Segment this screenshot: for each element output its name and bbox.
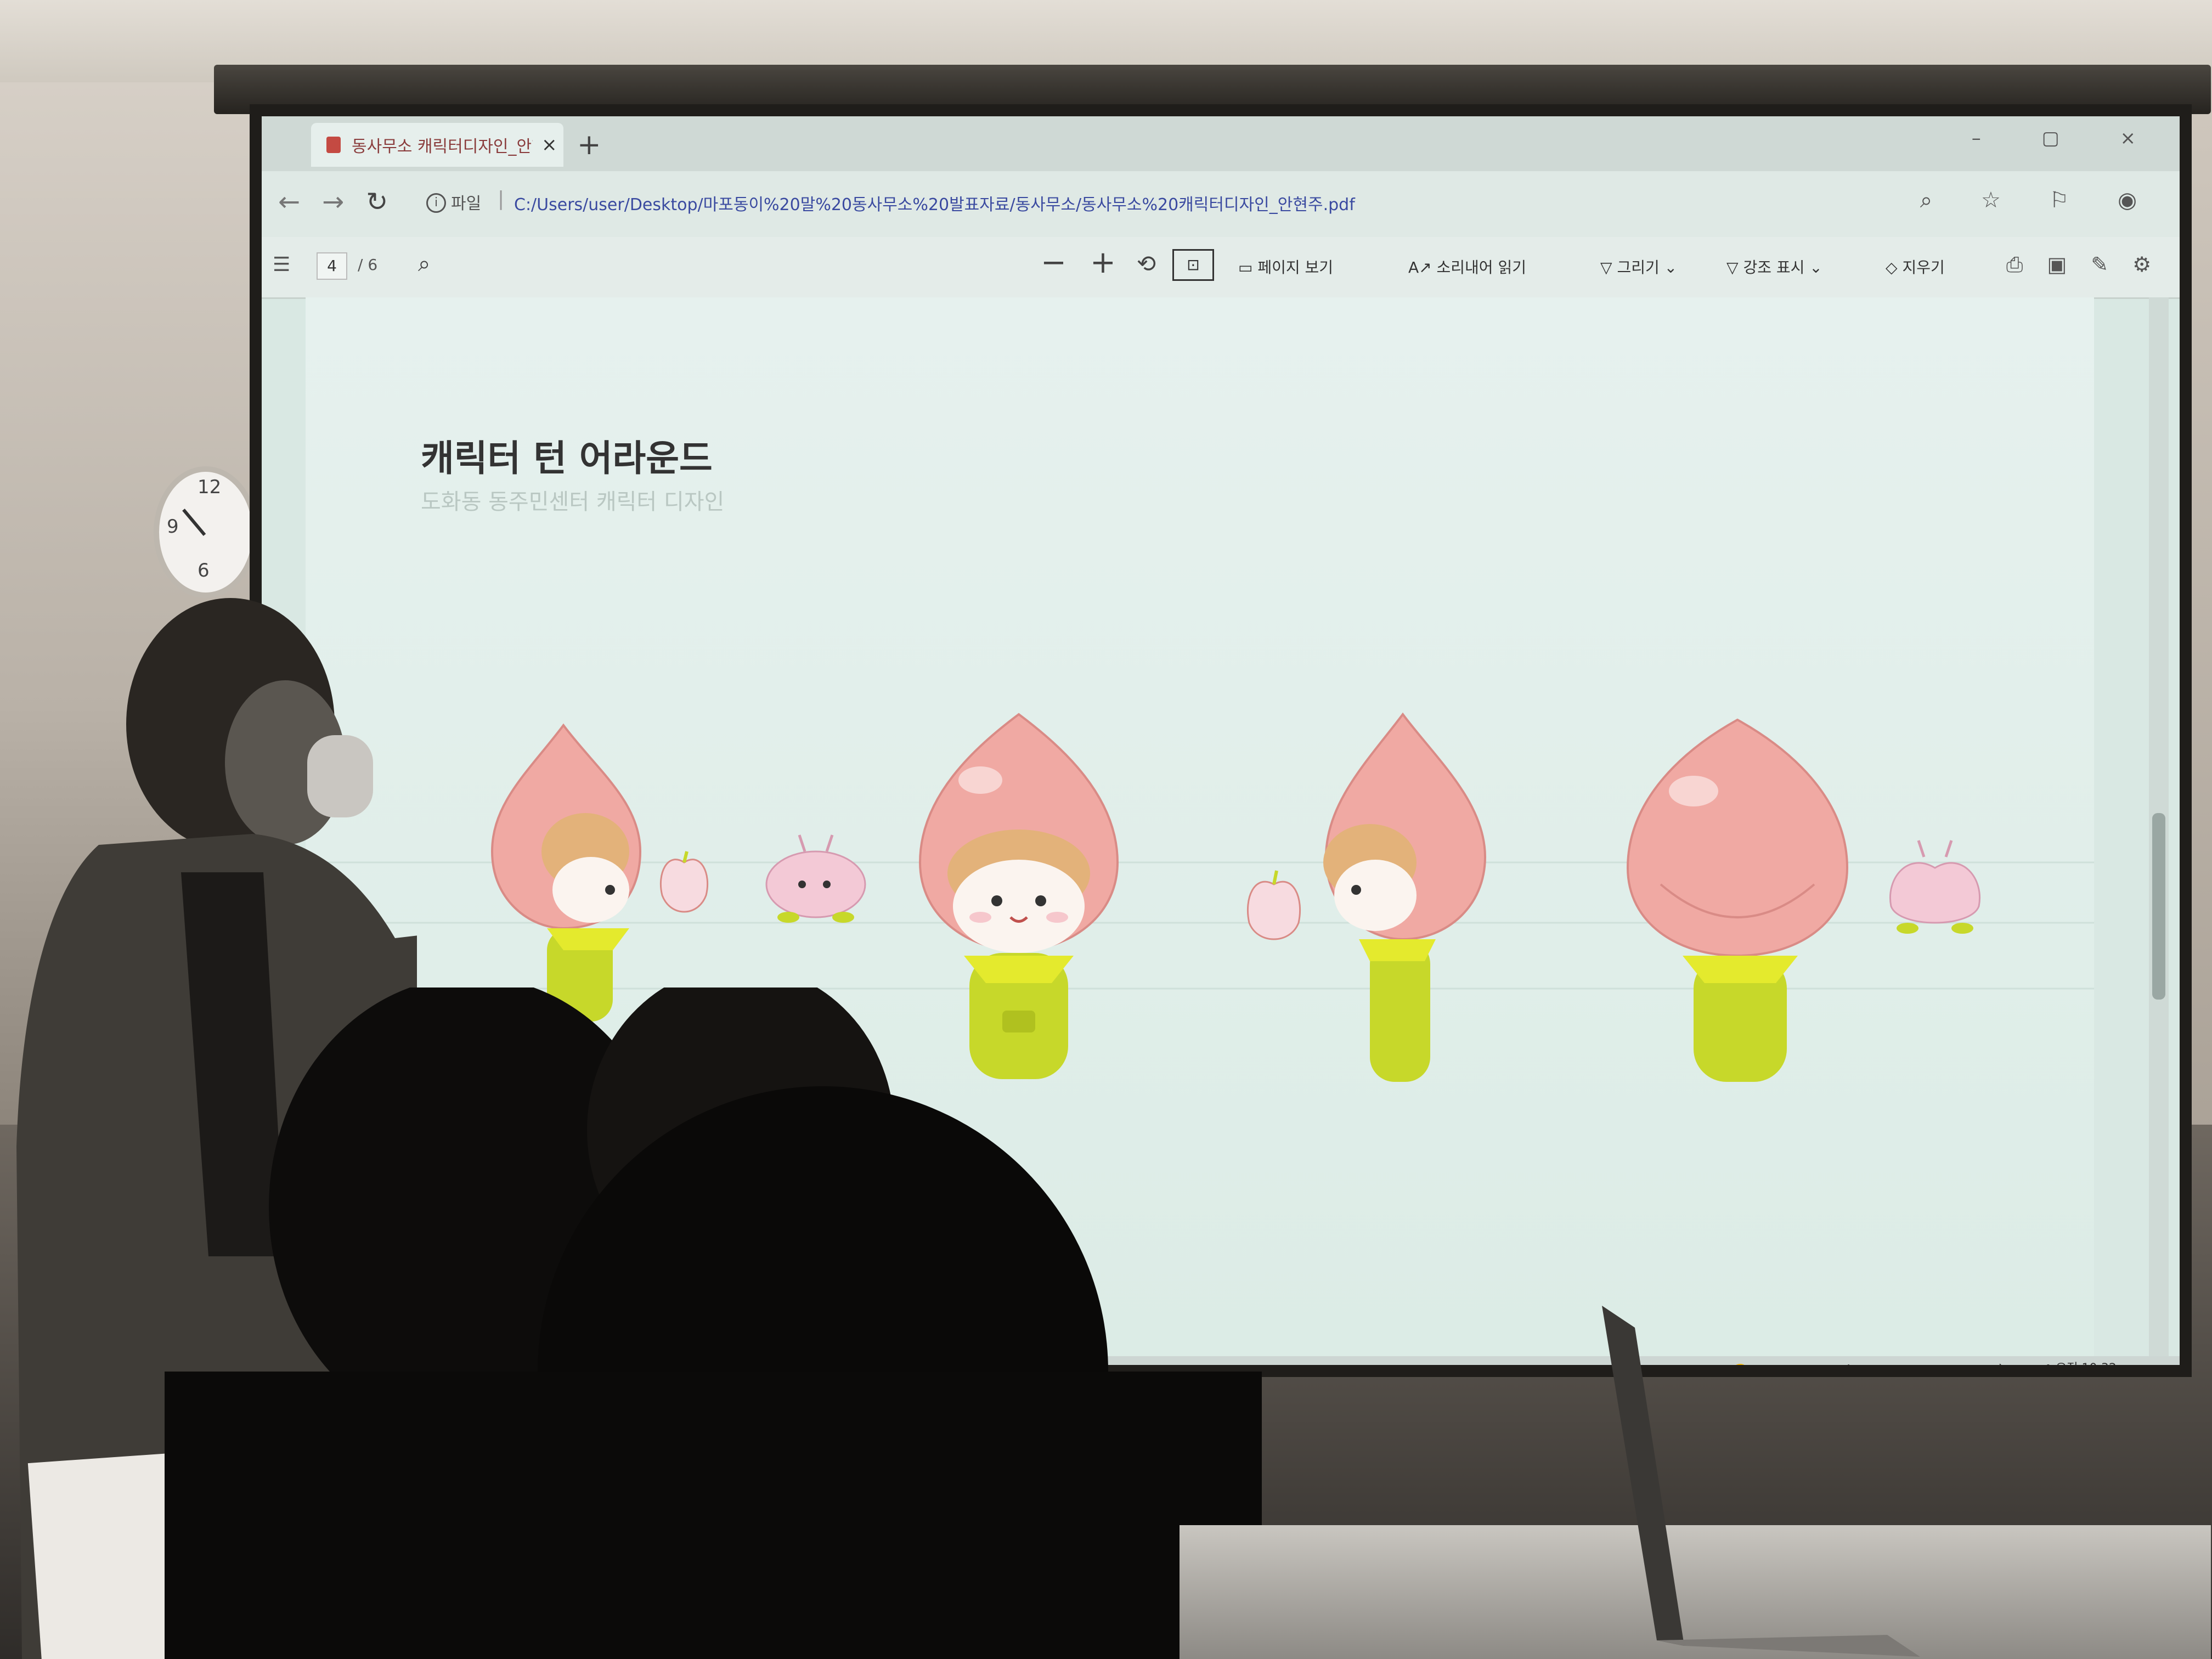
browser-tab[interactable]: 동사무소 캐릭터디자인_안현주.pdf ×: [311, 123, 563, 167]
address-bar-icons[interactable]: ⌕ ☆ ⚐ ◉: [1920, 188, 2158, 213]
pdf-file-icon: [326, 137, 341, 153]
refresh-icon[interactable]: ↻: [366, 187, 388, 217]
erase-label: 지우기: [1902, 258, 1945, 276]
page-view-button[interactable]: ▭ 페이지 보기: [1238, 256, 1333, 278]
url-separator: |: [498, 188, 505, 210]
zoom-in-button[interactable]: +: [1090, 245, 1116, 280]
tab-title: 동사무소 캐릭터디자인_안현주.pdf: [352, 137, 533, 156]
laptop: [1602, 1306, 1920, 1657]
new-tab-button[interactable]: +: [577, 128, 601, 161]
url-input[interactable]: C:/Users/user/Desktop/마포동이%20말%20동사무소%20…: [514, 191, 1355, 215]
character-side-right: [1323, 712, 1487, 1082]
info-icon[interactable]: i: [426, 193, 446, 213]
character-back: [1626, 718, 1849, 1082]
audience-silhouettes: [165, 988, 1262, 1659]
rotate-icon[interactable]: ⟲: [1137, 250, 1156, 277]
search-icon[interactable]: ⌕: [418, 251, 430, 276]
page-total: / 6: [358, 256, 378, 274]
address-bar: ← → ↻ i 파일 | C:/Users/user/Desktop/마포동이%…: [262, 171, 2180, 237]
draw-button[interactable]: ▽ 그리기 ⌄: [1600, 256, 1677, 278]
zoom-out-button[interactable]: −: [1041, 245, 1066, 280]
wall-clock: 12 9 6: [154, 466, 258, 598]
pink-bug-side: [765, 834, 866, 923]
read-aloud-label: 소리내어 읽기: [1436, 258, 1526, 276]
table-of-contents-icon[interactable]: ☰: [273, 253, 290, 276]
draw-label: 그리기: [1617, 258, 1660, 276]
taskbar-time[interactable]: 오전 10:32: [2056, 1358, 2117, 1365]
highlight-button[interactable]: ▽ 강조 표시 ⌄: [1726, 256, 1822, 278]
browser-tab-bar: 동사무소 캐릭터디자인_안현주.pdf × + – ▢ ×: [262, 116, 2180, 171]
tab-close-icon[interactable]: ×: [541, 134, 557, 156]
page-view-label: 페이지 보기: [1257, 258, 1334, 276]
apple-prop-right: [1246, 870, 1301, 940]
file-scheme-label: 파일: [451, 194, 482, 213]
erase-button[interactable]: ◇ 지우기: [1886, 256, 1945, 278]
scrollbar-thumb[interactable]: [2152, 813, 2165, 1000]
taskbar-date[interactable]: 2022-04-07: [2056, 1374, 2126, 1377]
apple-prop: [659, 851, 709, 913]
read-aloud-button[interactable]: A↗ 소리내어 읽기: [1408, 256, 1526, 278]
fit-to-page-icon[interactable]: ⊡: [1172, 249, 1214, 281]
pdf-toolbar: ☰ 4 / 6 ⌕ − + ⟲ ⊡ ▭ 페이지 보기 A↗ 소리내어 읽기 ▽ …: [262, 237, 2180, 299]
pink-bug-back: [1889, 840, 1980, 934]
print-save-settings-icons[interactable]: ⎙▣✎⚙: [2006, 252, 2175, 277]
forward-arrow-icon[interactable]: →: [322, 187, 344, 217]
highlight-label: 강조 표시: [1743, 258, 1805, 276]
window-controls[interactable]: – ▢ ×: [1972, 127, 2163, 149]
back-arrow-icon[interactable]: ←: [278, 187, 300, 217]
page-number-input[interactable]: 4: [317, 252, 347, 280]
character-side-left: [490, 723, 642, 1022]
